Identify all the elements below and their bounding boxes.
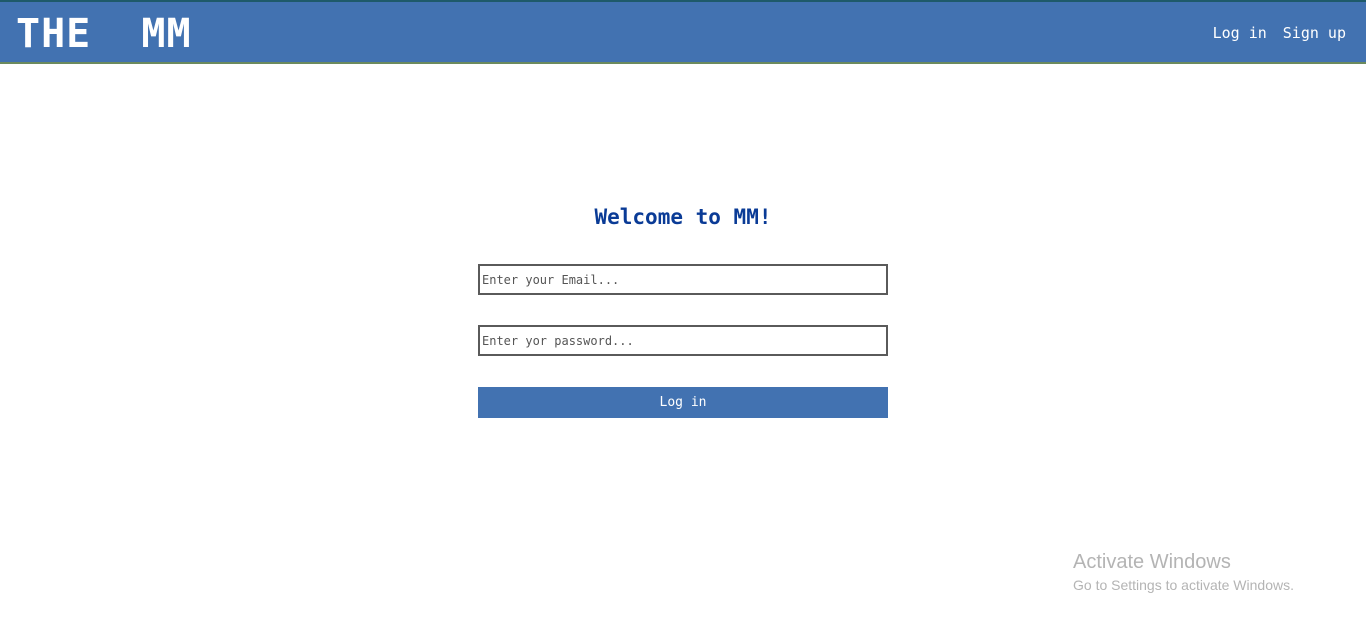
email-field[interactable] (478, 264, 888, 295)
password-field[interactable] (478, 325, 888, 356)
nav-links: Log in Sign up (1213, 24, 1346, 42)
watermark-title: Activate Windows (1073, 551, 1231, 573)
nav-signup-link[interactable]: Sign up (1283, 24, 1346, 42)
top-navbar: THE MM Log in Sign up (0, 0, 1366, 64)
nav-login-link[interactable]: Log in (1213, 24, 1267, 42)
login-button[interactable]: Log in (478, 387, 888, 418)
activate-windows-watermark: Activate Windows Go to Settings to activ… (1073, 550, 1294, 596)
site-logo[interactable]: THE MM (16, 10, 192, 58)
watermark-subtitle: Go to Settings to activate Windows. (1073, 577, 1294, 593)
page-title: Welcome to MM! (594, 205, 772, 229)
